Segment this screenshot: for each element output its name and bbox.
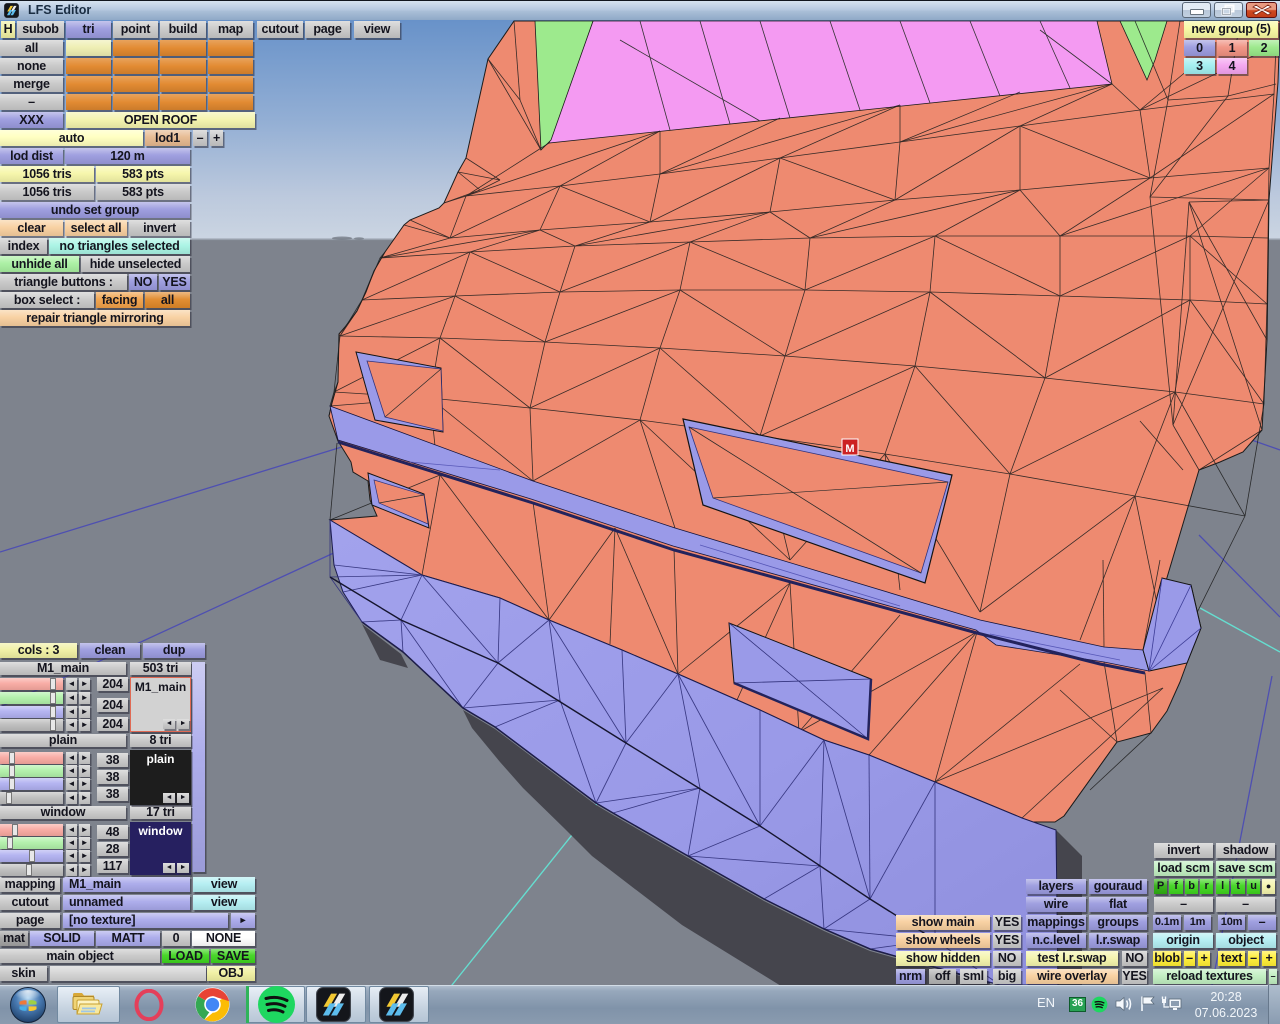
svg-text:M: M	[845, 443, 854, 455]
